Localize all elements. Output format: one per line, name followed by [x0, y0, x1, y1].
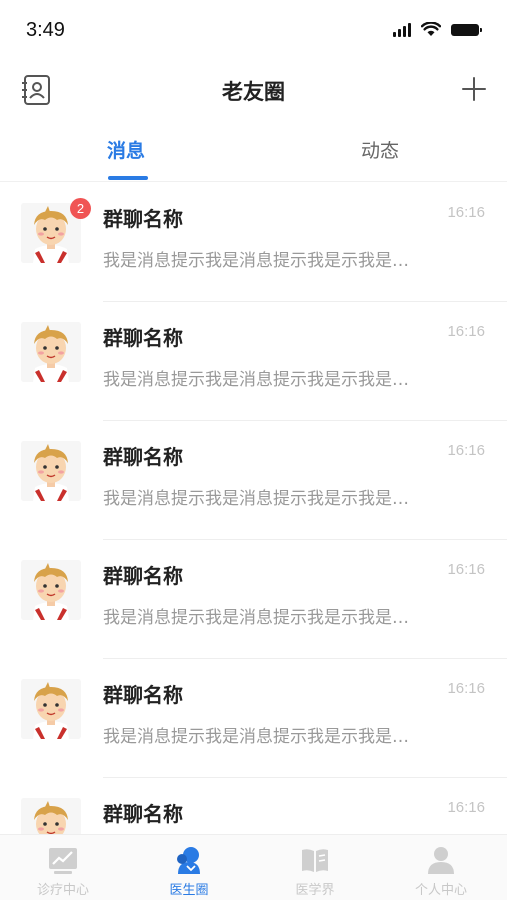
- tabbar-label: 医学界: [295, 883, 335, 898]
- conversation-time: 16:16: [447, 204, 485, 221]
- avatar: [21, 560, 81, 620]
- conversation-name: 群聊名称: [103, 564, 183, 588]
- conversation-time: 16:16: [447, 561, 485, 578]
- unread-badge: 2: [70, 198, 91, 219]
- book-icon: [300, 845, 330, 875]
- page-title: 老友圈: [222, 80, 285, 104]
- add-icon[interactable]: [461, 76, 487, 102]
- conversation-name: 群聊名称: [103, 445, 183, 469]
- tabbar-label: 诊疗中心: [36, 883, 89, 898]
- conversation-preview: 我是消息提示我是消息提示我是示我是…: [103, 251, 409, 271]
- signal-icon: [393, 22, 411, 37]
- tabbar-item-doctor-circle[interactable]: 医生圈: [126, 835, 252, 900]
- conversation-time: 16:16: [447, 323, 485, 340]
- tabbar-item-clinic[interactable]: 诊疗中心: [0, 835, 126, 900]
- tabbar-label: 医生圈: [169, 883, 209, 898]
- conversation-preview: 我是消息提示我是消息提示我是示我是…: [103, 370, 409, 390]
- wifi-icon: [421, 22, 441, 37]
- conversation-time: 16:16: [447, 442, 485, 459]
- conversation-time: 16:16: [447, 799, 485, 816]
- chart-icon: [48, 845, 78, 875]
- conversation-item[interactable]: 群聊名称 16:16 我是消息提示我是消息提示我是示我是…: [0, 540, 507, 659]
- battery-icon: [451, 23, 482, 36]
- avatar: [21, 679, 81, 739]
- conversation-list: 2 群聊名称 16:16 我是消息提示我是消息提示我是示我是… 群聊名称 16:…: [0, 183, 507, 897]
- tab-messages[interactable]: 消息: [107, 136, 145, 163]
- tabbar-label: 个人中心: [414, 883, 467, 898]
- conversation-item[interactable]: 2 群聊名称 16:16 我是消息提示我是消息提示我是示我是…: [0, 183, 507, 302]
- conversation-item[interactable]: 群聊名称 16:16 我是消息提示我是消息提示我是示我是…: [0, 302, 507, 421]
- tab-moments[interactable]: 动态: [361, 136, 399, 163]
- person-icon: [426, 845, 456, 875]
- status-time: 3:49: [26, 19, 65, 41]
- tab-bar: 消息 动态: [0, 120, 507, 182]
- conversation-preview: 我是消息提示我是消息提示我是示我是…: [103, 489, 409, 509]
- status-bar: 3:49: [0, 0, 507, 62]
- tabbar-item-profile[interactable]: 个人中心: [378, 835, 504, 900]
- conversation-preview: 我是消息提示我是消息提示我是示我是…: [103, 608, 409, 628]
- avatar: [21, 441, 81, 501]
- conversation-name: 群聊名称: [103, 326, 183, 350]
- avatar: [21, 322, 81, 382]
- status-icons: [393, 22, 482, 37]
- conversation-preview: 我是消息提示我是消息提示我是示我是…: [103, 727, 409, 747]
- bottom-tab-bar: 诊疗中心 医生圈 医学界 个人中心: [0, 834, 507, 900]
- nav-bar: 老友圈: [0, 62, 507, 120]
- conversation-item[interactable]: 群聊名称 16:16 我是消息提示我是消息提示我是示我是…: [0, 421, 507, 540]
- doctor-circle-icon: [174, 845, 204, 875]
- conversation-name: 群聊名称: [103, 207, 183, 231]
- tabbar-item-medical[interactable]: 医学界: [252, 835, 378, 900]
- conversation-name: 群聊名称: [103, 683, 183, 707]
- conversation-item[interactable]: 群聊名称 16:16 我是消息提示我是消息提示我是示我是…: [0, 659, 507, 778]
- conversation-time: 16:16: [447, 680, 485, 697]
- conversation-name: 群聊名称: [103, 802, 183, 826]
- tab-underline: [108, 176, 148, 180]
